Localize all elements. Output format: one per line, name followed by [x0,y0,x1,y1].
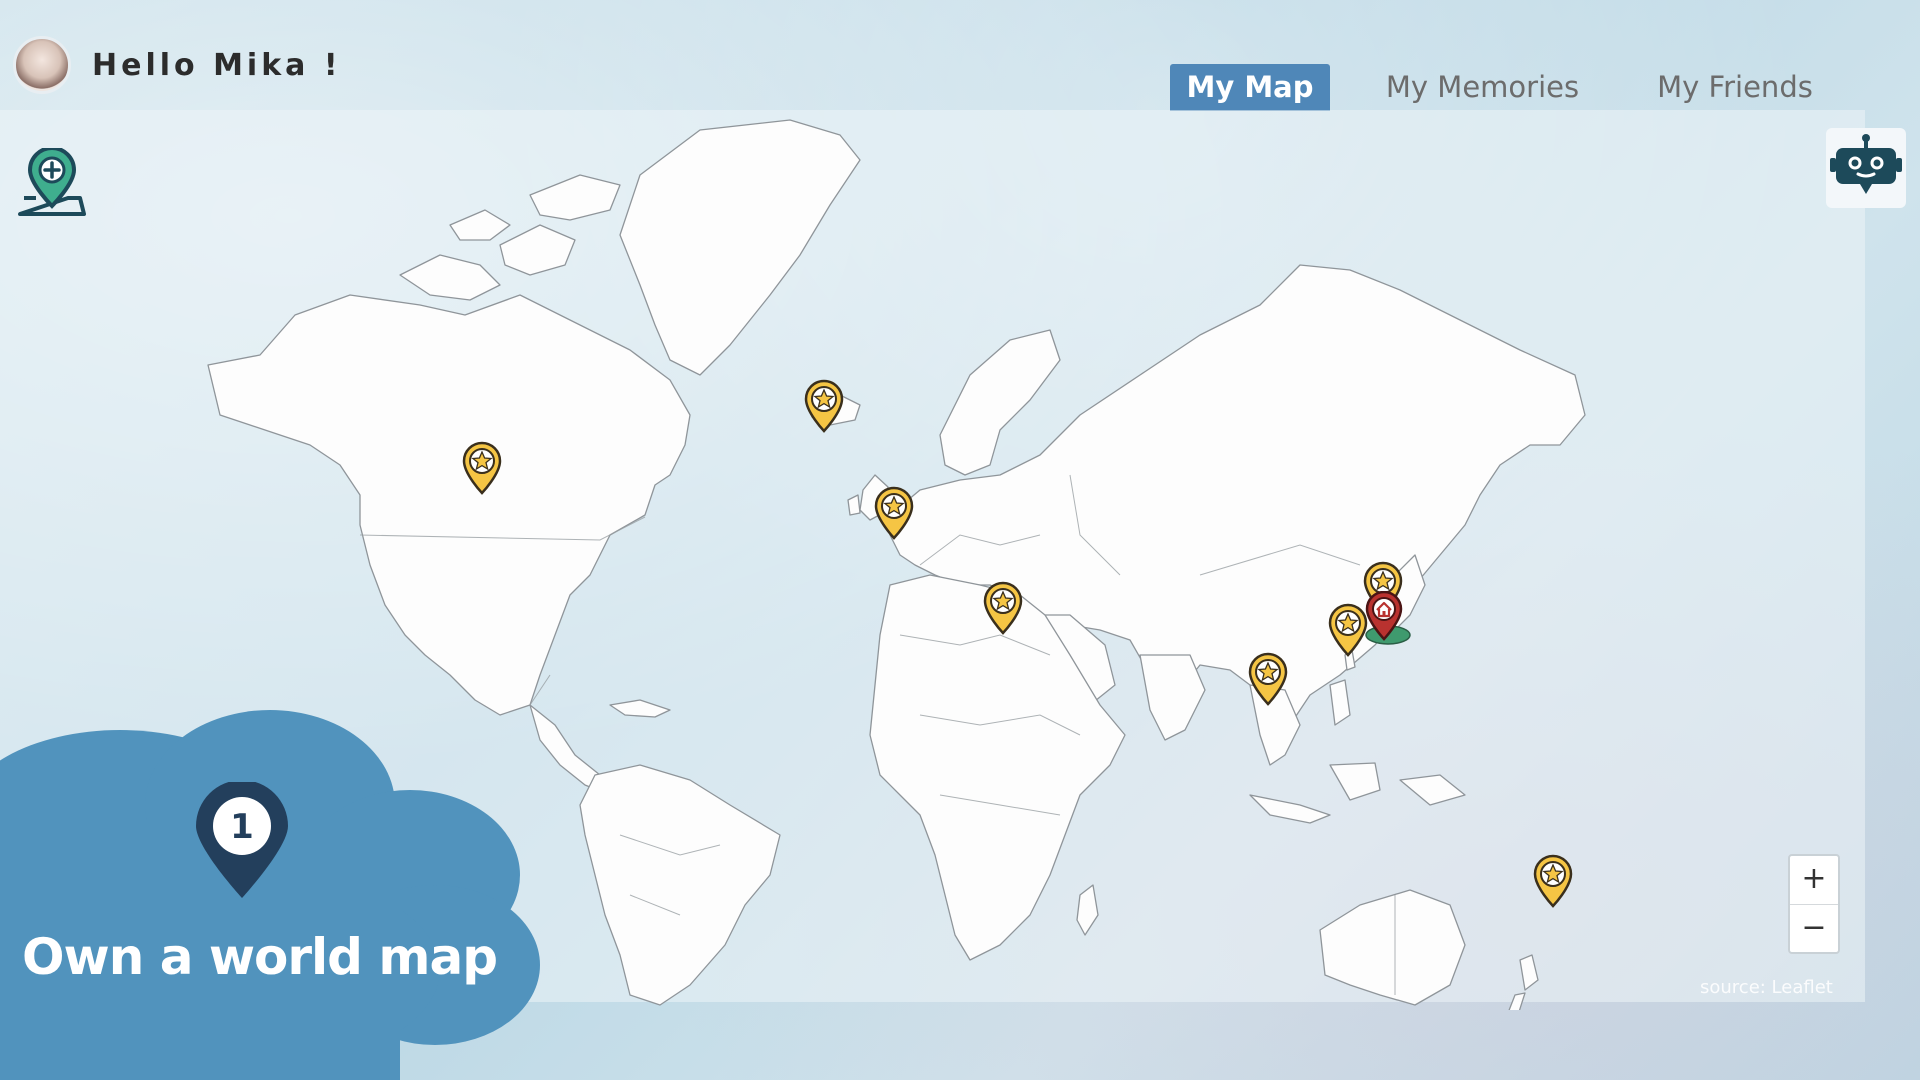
map-pin-plus-icon[interactable] [16,148,88,220]
india-landmass [1139,654,1206,741]
north-america-landmass [207,294,691,716]
home-marker-icon[interactable] [1363,591,1413,647]
zoom-out-button[interactable]: − [1790,905,1838,953]
arctic-islands [399,254,501,301]
star-marker-icon[interactable] [873,486,915,540]
avatar[interactable] [13,36,71,94]
zoom-in-button[interactable]: + [1790,856,1838,905]
tab-my-memories[interactable]: My Memories [1370,64,1595,111]
tab-my-friends[interactable]: My Friends [1640,64,1830,111]
star-marker-icon[interactable] [1247,652,1289,706]
star-marker-icon[interactable] [1532,854,1574,908]
australia-landmass [1319,889,1466,1006]
greeting-text: Hello Mika ! [92,48,342,83]
feature-title: Own a world map [22,928,498,986]
tab-my-map[interactable]: My Map [1170,64,1330,111]
south-america-landmass [579,764,781,1006]
star-marker-icon[interactable] [803,379,845,433]
star-marker-icon[interactable] [461,441,503,495]
greenland-landmass [619,119,861,376]
new-zealand-landmass [1519,954,1539,991]
star-marker-icon[interactable] [982,581,1024,635]
location-pin-number-icon: 1 [196,782,288,898]
assistant-button[interactable] [1826,128,1906,208]
zoom-control: + − [1788,854,1840,954]
robot-chat-icon [1830,134,1902,194]
top-bar: Hello Mika ! My Map My Memories My Frien… [0,0,1920,111]
map-attribution: source: Leaflet [1700,977,1833,998]
step-number: 1 [230,807,254,847]
